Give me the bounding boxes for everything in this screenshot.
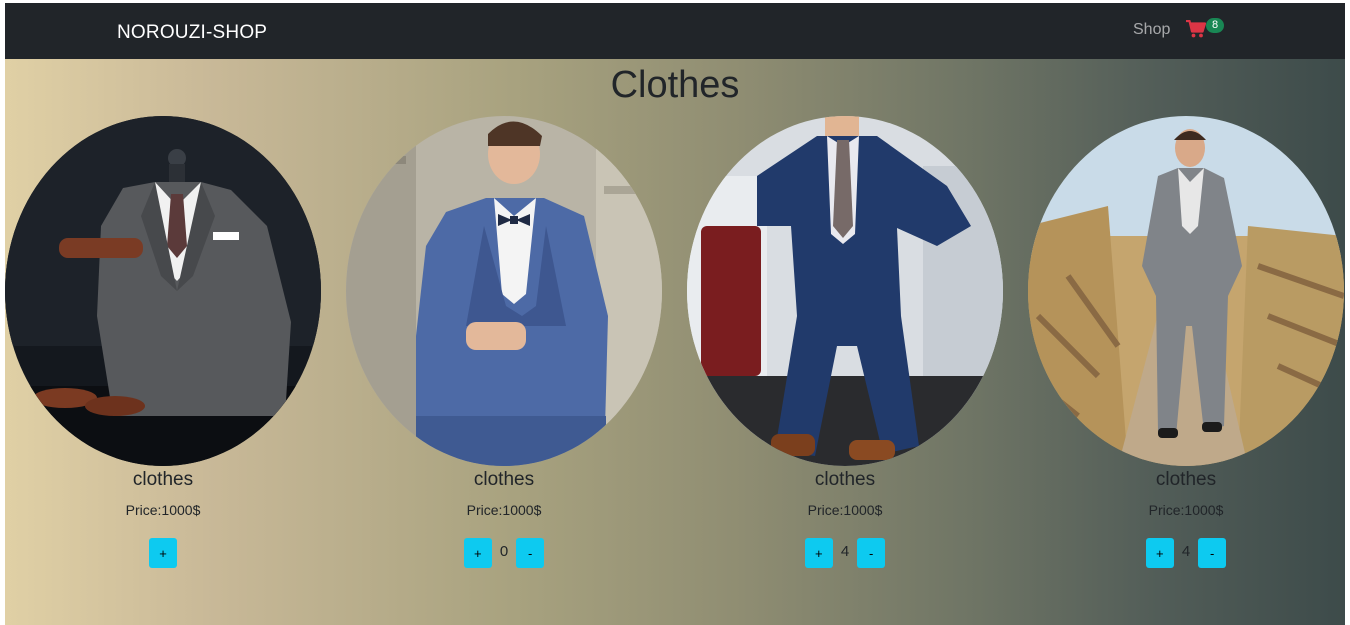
product-image: [346, 116, 662, 466]
product-price: Price:1000$: [466, 502, 542, 518]
product-card: clothes Price:1000$ + 0 -: [346, 116, 662, 576]
quantity-value: 4: [1181, 542, 1191, 560]
product-card: clothes Price:1000$ +: [5, 116, 321, 576]
shopping-cart-icon[interactable]: [1186, 20, 1208, 40]
quantity-value: 0: [499, 542, 509, 560]
product-name: clothes: [473, 469, 535, 490]
cart-count-badge: 8: [1206, 18, 1224, 33]
product-card: clothes Price:1000$ + 4 -: [687, 116, 1003, 576]
quantity-value: 4: [840, 542, 850, 560]
product-price: Price:1000$: [807, 502, 883, 518]
product-image: [1028, 116, 1344, 466]
increase-quantity-button[interactable]: +: [804, 538, 833, 568]
increase-quantity-button[interactable]: +: [463, 538, 492, 568]
product-name: clothes: [132, 469, 194, 490]
decrease-quantity-button[interactable]: -: [857, 538, 886, 568]
page: NOROUZI-SHOP Shop 8 Clothes clothes Pric…: [0, 0, 1350, 625]
quantity-controls: + 4 -: [1028, 538, 1344, 568]
quantity-controls: + 4 -: [687, 538, 1003, 568]
increase-quantity-button[interactable]: +: [1145, 538, 1174, 568]
product-image: [5, 116, 321, 466]
product-name: clothes: [1155, 469, 1217, 490]
quantity-controls: +: [5, 538, 321, 568]
nav-shop-link[interactable]: Shop: [1133, 21, 1170, 39]
quantity-controls: + 0 -: [346, 538, 662, 568]
decrease-quantity-button[interactable]: -: [516, 538, 545, 568]
add-to-cart-button[interactable]: +: [149, 538, 177, 568]
product-card: clothes Price:1000$ + 4 -: [1028, 116, 1344, 576]
brand-link[interactable]: NOROUZI-SHOP: [117, 22, 267, 44]
product-image: [687, 116, 1003, 466]
product-price: Price:1000$: [125, 502, 201, 518]
product-price: Price:1000$: [1148, 502, 1224, 518]
product-name: clothes: [814, 469, 876, 490]
decrease-quantity-button[interactable]: -: [1198, 538, 1227, 568]
page-title: Clothes: [610, 64, 740, 106]
